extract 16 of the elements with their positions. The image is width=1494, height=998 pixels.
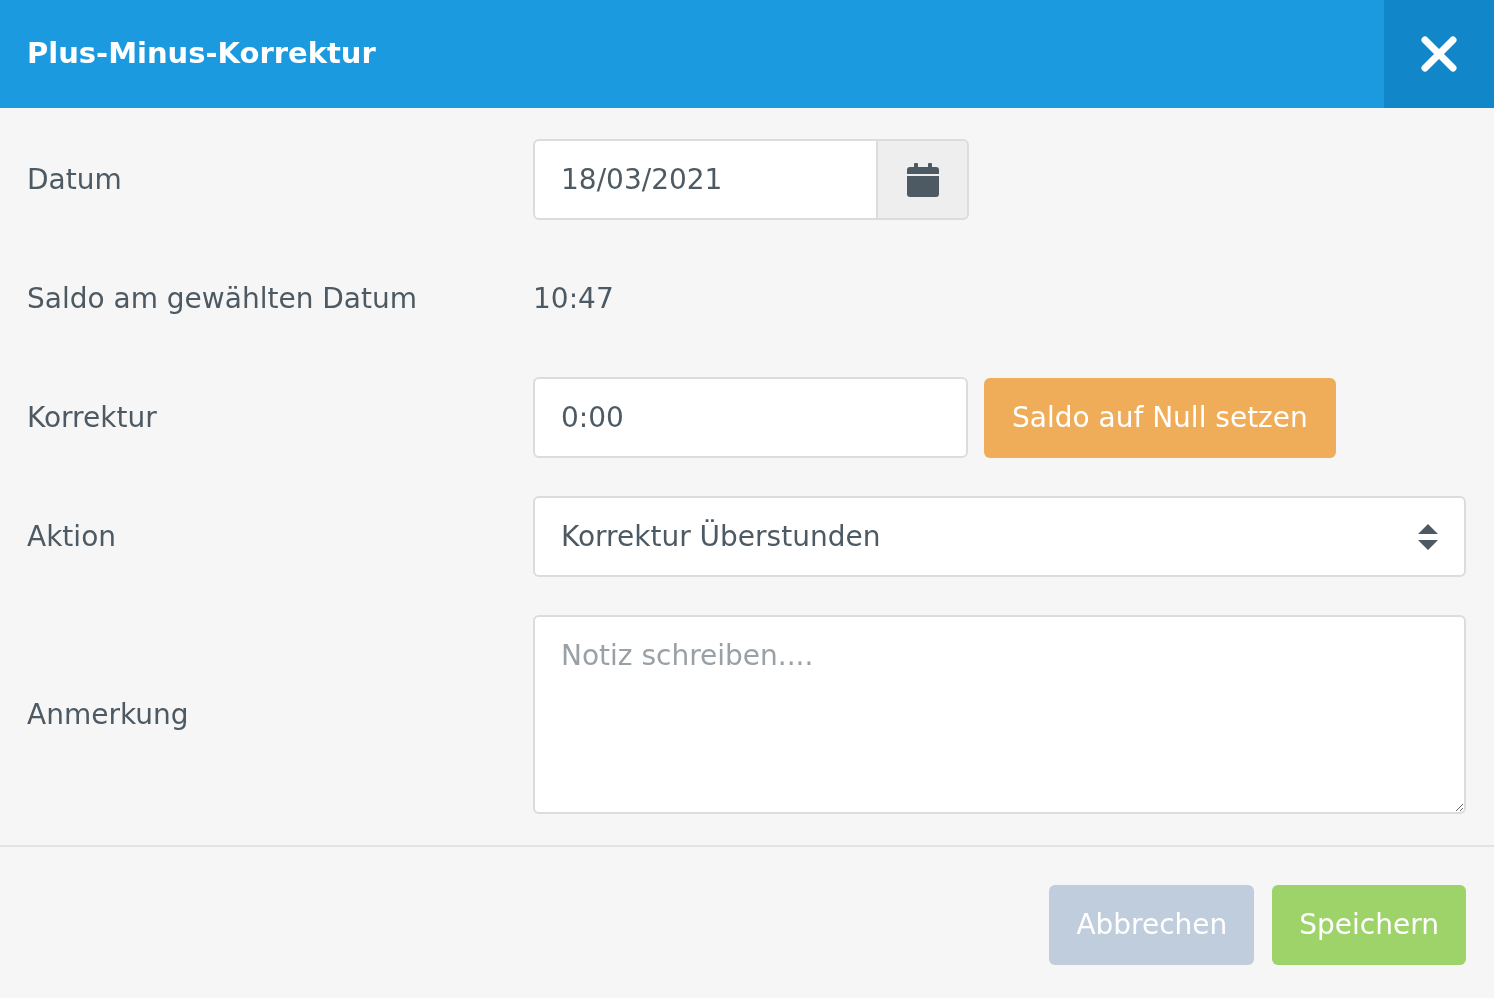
close-icon [1420, 35, 1458, 73]
saldo-value: 10:47 [533, 280, 614, 317]
close-button[interactable] [1384, 0, 1494, 108]
field-label: Saldo am gewählten Datum [27, 280, 418, 317]
field-label: Korrektur [27, 399, 158, 436]
note-field[interactable]: Notiz schreiben.... [533, 615, 1466, 814]
field-label: Aktion [27, 518, 117, 555]
sort-arrows-icon [1418, 523, 1438, 550]
date-field[interactable]: 18/03/2021 [533, 139, 878, 220]
calendar-button[interactable] [878, 139, 969, 220]
action-select[interactable]: Korrektur Überstunden [533, 496, 1466, 577]
field-label: Anmerkung [27, 696, 190, 733]
correction-field[interactable]: 0:00 [533, 377, 968, 458]
calendar-icon [906, 162, 939, 197]
dialog-title: Plus-Minus-Korrektur [26, 35, 376, 73]
field-label: Datum [27, 161, 123, 198]
